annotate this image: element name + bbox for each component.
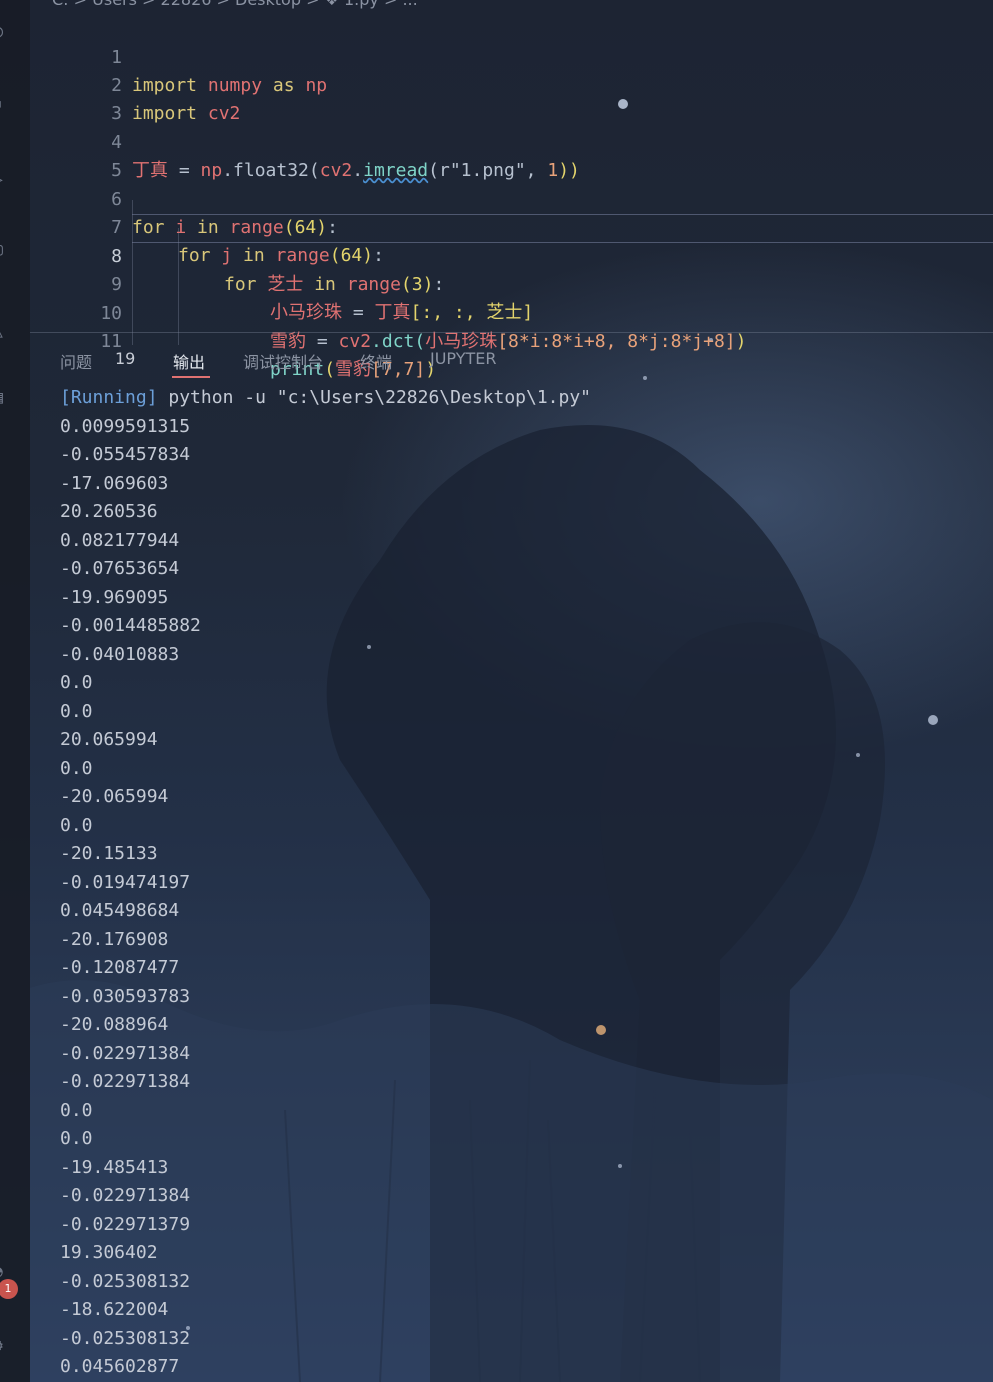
output-line: -20.088964 [60, 1014, 169, 1035]
output-line: -0.12087477 [60, 957, 180, 978]
output-running-line: [Running] python -u "c:\Users\22826\Desk… [60, 387, 592, 408]
output-line: 20.065994 [60, 729, 158, 750]
gear-icon[interactable]: ⚙ [0, 1336, 12, 1356]
output-line: -20.065994 [60, 786, 169, 807]
output-line: -0.025308132 [60, 1270, 191, 1292]
output-line: -0.025308132 [60, 1327, 191, 1349]
output-line: -0.022971384 [60, 1042, 191, 1064]
output-line: 0.0 [60, 672, 93, 693]
output-line: -0.04010883 [60, 643, 180, 665]
activity-bar: ◯ ⑂ ▷ ▢ △ ▤ ◔ 1 ⚙ [0, 0, 30, 1382]
run-debug-icon[interactable]: ▷ [0, 170, 12, 190]
active-tab-indicator [172, 376, 210, 378]
search-icon[interactable]: ◯ [0, 22, 12, 42]
output-line: -0.030593783 [60, 985, 191, 1007]
code-line-active[interactable]: 8 for 芝士 in range(3): [30, 215, 993, 295]
output-line: 0.0 [60, 814, 93, 836]
output-line: 0.0 [60, 757, 93, 779]
problems-count-badge: 19 [115, 349, 136, 368]
jupyter-icon[interactable]: ▤ [0, 388, 12, 408]
breadcrumb[interactable]: C: > Users > 22826 > Desktop > ❖ 1.py > … [52, 0, 418, 10]
output-line: -20.176908 [60, 928, 169, 950]
source-control-icon[interactable]: ⑂ [0, 98, 12, 118]
tab-problems[interactable]: 问题 [60, 349, 92, 373]
output-line: 0.082177944 [60, 529, 180, 551]
output-line: 0.0 [60, 700, 93, 722]
panel-divider[interactable] [30, 332, 993, 333]
code-line[interactable]: 7 for j in range(64): [30, 186, 993, 266]
output-line: -19.969095 [60, 586, 169, 608]
account-badge: 1 [0, 1279, 18, 1299]
output-line: 20.260536 [60, 501, 158, 522]
output-line: -0.022971384 [60, 1071, 191, 1092]
output-line: -0.0014485882 [60, 615, 201, 636]
output-line: -17.069603 [60, 472, 169, 494]
testing-icon[interactable]: △ [0, 322, 12, 342]
output-panel[interactable]: [Running] python -u "c:\Users\22826\Desk… [60, 384, 591, 1382]
code-editor[interactable]: 1 import numpy as np 2 import cv2 3 4 丁真… [30, 15, 993, 380]
code-line[interactable]: 5 [30, 129, 993, 181]
output-line: -0.07653654 [60, 558, 180, 579]
output-line: 0.0 [60, 1099, 93, 1121]
code-line[interactable]: 1 import numpy as np [30, 16, 993, 96]
output-line: 19.306402 [60, 1242, 158, 1263]
output-line: -20.15133 [60, 843, 158, 864]
output-line: -0.055457834 [60, 444, 191, 465]
output-line: -19.485413 [60, 1156, 169, 1178]
output-line: 0.0099591315 [60, 415, 191, 437]
code-line[interactable]: 10 雪豹 = cv2.dct(小马珍珠[8*i:8*i+8, 8*j:8*j+… [30, 272, 993, 352]
output-line: 0.045498684 [60, 900, 180, 921]
output-line: -0.022971379 [60, 1213, 191, 1235]
code-line[interactable]: 4 丁真 = np.float32(cv2.imread(r"1.png", 1… [30, 101, 993, 181]
code-line[interactable]: 2 import cv2 [30, 44, 993, 124]
output-line: -0.019474197 [60, 871, 191, 893]
output-line: -18.622004 [60, 1299, 169, 1320]
code-line[interactable]: 11 print(雪豹[7,7]) [30, 300, 993, 380]
code-line[interactable]: 3 [30, 72, 993, 124]
tab-terminal[interactable]: 终端 [360, 349, 392, 373]
output-line: -0.022971384 [60, 1185, 191, 1206]
output-line: 0.045602877 [60, 1356, 180, 1377]
tab-jupyter[interactable]: JUPYTER [430, 349, 497, 368]
tab-output[interactable]: 输出 [173, 349, 205, 373]
code-line[interactable]: 9 小马珍珠 = 丁真[:, :, 芝士] [30, 243, 993, 323]
output-line: 0.0 [60, 1128, 93, 1149]
tab-debug-console[interactable]: 调试控制台 [243, 349, 323, 373]
extensions-icon[interactable]: ▢ [0, 240, 12, 260]
code-line[interactable]: 6 for i in range(64): [30, 158, 993, 238]
